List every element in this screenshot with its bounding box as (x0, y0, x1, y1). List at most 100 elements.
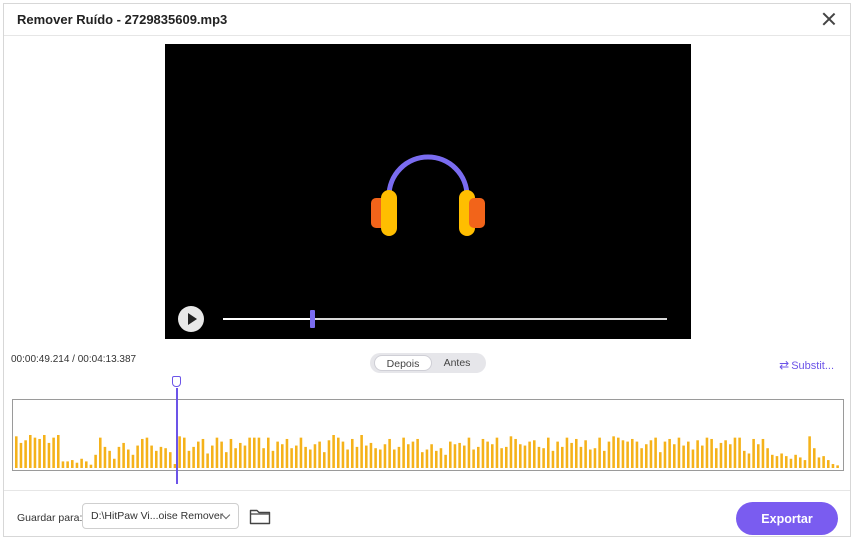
waveform-bar (304, 446, 307, 468)
waveform-bar (542, 448, 545, 468)
waveform-bar (514, 438, 517, 468)
waveform-bar (477, 446, 480, 468)
seek-bar-thumb[interactable] (309, 310, 315, 328)
waveform-bar (136, 445, 139, 468)
waveform-bar (66, 461, 69, 468)
waveform-bar (360, 435, 363, 468)
waveform-bar (612, 436, 615, 468)
waveform-bar (383, 444, 387, 468)
waveform-bar (444, 454, 447, 468)
waveform-bar (640, 448, 643, 468)
waveform-bar (719, 442, 723, 468)
waveform (15, 435, 839, 468)
waveform-bar (117, 446, 121, 468)
waveform-bar (243, 445, 247, 468)
waveform-bar (663, 441, 667, 468)
waveform-bar (215, 437, 219, 468)
save-path-dropdown[interactable]: D:\HitPaw Vi...oise Remover (82, 503, 239, 529)
waveform-bar (701, 445, 704, 468)
waveform-bar (257, 437, 261, 468)
waveform-bar (103, 446, 107, 468)
waveform-bar (220, 441, 223, 468)
waveform-bar (19, 442, 23, 468)
waveform-bar (411, 441, 415, 468)
waveform-bar (617, 437, 620, 468)
waveform-bar (509, 436, 513, 468)
waveform-timeline[interactable] (12, 399, 844, 471)
waveform-bar (379, 449, 382, 468)
waveform-bar (285, 438, 289, 468)
waveform-bar (159, 446, 163, 468)
waveform-bar (570, 442, 573, 468)
waveform-bar (323, 452, 326, 468)
waveform-bar (113, 458, 116, 468)
playhead-handle[interactable] (172, 376, 181, 387)
waveform-bar (738, 437, 741, 468)
noise-remover-window: Remover Ruído - 2729835609.mp3 00:00:49.… (3, 3, 851, 537)
waveform-bar (785, 456, 788, 468)
waveform-bar (351, 438, 354, 468)
waveform-bar (75, 462, 79, 468)
waveform-bar (57, 435, 60, 468)
waveform-bar (761, 438, 765, 468)
waveform-bar (397, 446, 401, 468)
waveform-bar (327, 440, 331, 468)
timeline-playhead[interactable] (172, 376, 182, 486)
waveform-bar (407, 444, 410, 468)
waveform-bar (164, 448, 167, 468)
waveform-bar (201, 438, 205, 468)
waveform-bar (556, 441, 559, 468)
waveform-bar (253, 437, 256, 468)
toggle-before[interactable]: Antes (430, 355, 484, 371)
export-button[interactable]: Exportar (736, 502, 838, 535)
waveform-bar (691, 449, 695, 468)
window-title: Remover Ruído - 2729835609.mp3 (17, 12, 228, 27)
waveform-bar (122, 442, 125, 468)
seek-bar[interactable] (223, 310, 667, 328)
replace-button[interactable]: ⇄ Substit... (779, 358, 834, 372)
total-time: / 00:04:13.387 (72, 354, 137, 365)
waveform-bar (789, 458, 793, 468)
waveform-bar (584, 440, 587, 468)
waveform-bar (267, 437, 270, 468)
waveform-bar (537, 446, 541, 468)
seek-bar-progress (223, 318, 312, 320)
waveform-bar (799, 457, 802, 468)
waveform-bar (192, 446, 195, 468)
waveform-bar (449, 441, 452, 468)
waveform-bar (705, 437, 709, 468)
waveform-bar (262, 448, 265, 468)
waveform-bar (561, 446, 564, 468)
waveform-bar (621, 440, 625, 468)
waveform-bar (458, 442, 461, 468)
save-path-value: D:\HitPaw Vi...oise Remover (91, 510, 224, 522)
waveform-bar (547, 437, 550, 468)
waveform-bar (780, 453, 783, 468)
waveform-bar (150, 445, 153, 468)
headphones-band (386, 154, 470, 199)
waveform-bar (771, 454, 774, 468)
waveform-bar (775, 456, 779, 468)
waveform-bar (365, 445, 368, 468)
waveform-bar (206, 453, 209, 468)
waveform-bar (313, 444, 317, 468)
waveform-bar (757, 444, 760, 468)
waveform-bar (52, 437, 55, 468)
close-icon[interactable] (820, 10, 838, 28)
waveform-bar (598, 437, 601, 468)
folder-icon[interactable] (249, 508, 271, 525)
current-time: 00:00:49.214 (11, 354, 70, 365)
waveform-bar (299, 437, 303, 468)
title-bar: Remover Ruído - 2729835609.mp3 (4, 4, 850, 36)
waveform-bar (505, 446, 508, 468)
waveform-bar (355, 446, 359, 468)
waveform-bar (565, 437, 569, 468)
waveform-bar (281, 444, 284, 468)
waveform-bar (24, 440, 27, 468)
waveform-bar (822, 456, 825, 468)
toggle-after[interactable]: Depois (374, 355, 432, 371)
waveform-bar (71, 460, 74, 468)
waveform-bar (183, 437, 186, 468)
audio-player (165, 44, 691, 339)
play-button[interactable] (178, 306, 204, 332)
